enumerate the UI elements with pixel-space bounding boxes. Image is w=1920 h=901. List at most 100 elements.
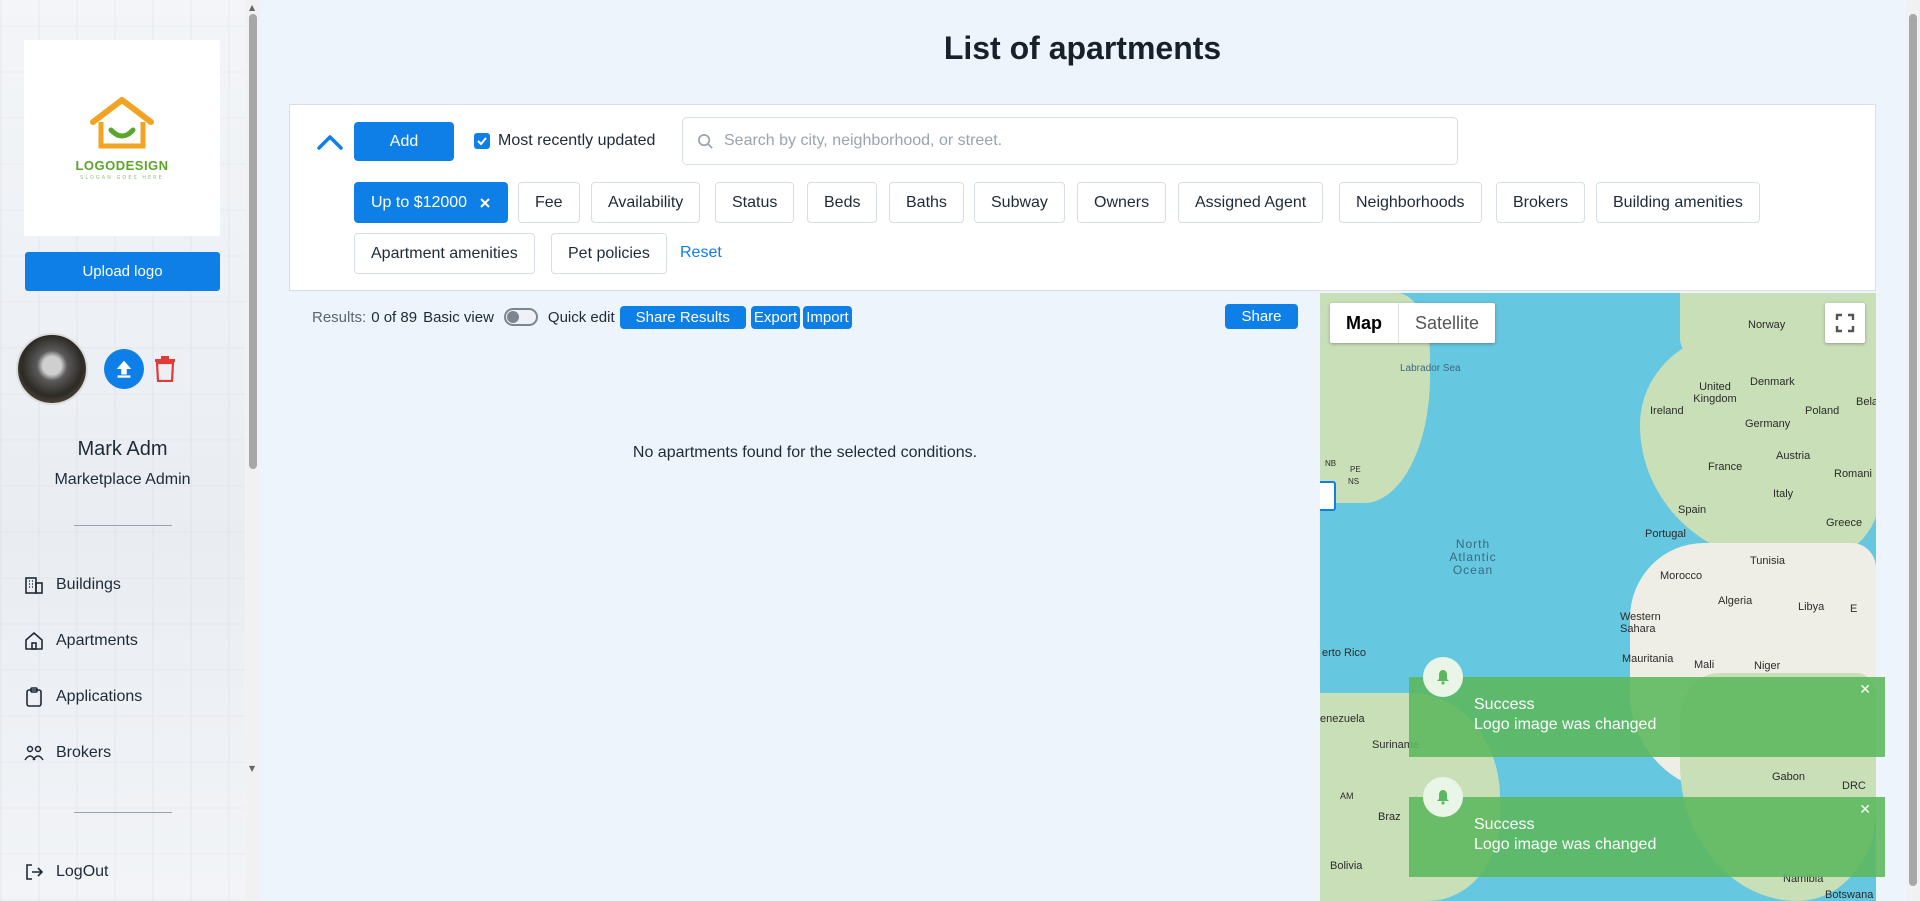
map-label: Libya (1798, 601, 1825, 613)
nav-label: Buildings (56, 576, 121, 593)
buildings-icon (25, 577, 43, 594)
logout-button[interactable]: LogOut (24, 858, 108, 886)
share-results-button[interactable]: Share Results (619, 305, 746, 329)
add-button[interactable]: Add (354, 122, 454, 161)
chip-apartment-amenities[interactable]: Apartment amenities (354, 233, 535, 274)
map-type-map-button[interactable]: Map (1330, 303, 1398, 343)
scrollbar-thumb[interactable] (1909, 14, 1917, 886)
map-label: Mauritania (1622, 653, 1674, 665)
close-icon[interactable]: ✕ (1859, 801, 1871, 818)
upload-logo-button[interactable]: Upload logo (25, 252, 220, 291)
map-label: Morocco (1660, 570, 1703, 582)
view-toggle[interactable] (503, 308, 538, 326)
logo-text: LOGODESIGN (75, 157, 169, 173)
checkbox-label: Most recently updated (498, 132, 656, 149)
house-logo-icon (90, 96, 154, 148)
page-title: List of apartments (943, 30, 1222, 66)
map-label: E (1850, 603, 1858, 615)
map-label: NB (1325, 459, 1337, 468)
logout-label: LogOut (56, 863, 109, 880)
map-label: Denmark (1750, 376, 1795, 388)
share-button[interactable]: Share (1225, 304, 1298, 329)
map-label: United Kingdom (1693, 381, 1737, 405)
chip-neighborhoods[interactable]: Neighborhoods (1339, 182, 1482, 223)
search-input[interactable] (724, 132, 1424, 150)
scroll-up-arrow[interactable]: ▲ (249, 3, 255, 12)
map-type-satellite-button[interactable]: Satellite (1398, 303, 1495, 343)
map-label: Western Sahara (1620, 611, 1661, 635)
chip-label: Up to $12000 (371, 193, 468, 211)
fullscreen-icon (1835, 313, 1855, 333)
page-scrollbar[interactable] (1906, 0, 1920, 901)
map-label: NS (1348, 477, 1360, 486)
empty-results-message: No apartments found for the selected con… (632, 444, 978, 461)
chip-price[interactable]: Up to $12000 (354, 182, 509, 223)
chip-fee[interactable]: Fee (518, 182, 580, 223)
map-label: Labrador Sea (1400, 363, 1461, 374)
most-recent-checkbox[interactable]: Most recently updated (474, 132, 655, 150)
chip-building-amenities[interactable]: Building amenities (1596, 182, 1760, 223)
filter-panel: Add Most recently updated Up to $12000 F… (289, 104, 1876, 291)
map-label: Algeria (1718, 595, 1753, 607)
chip-subway[interactable]: Subway (974, 182, 1065, 223)
import-button[interactable]: Import (803, 305, 852, 329)
chip-assigned-agent[interactable]: Assigned Agent (1178, 182, 1324, 223)
divider (74, 525, 172, 526)
chip-beds[interactable]: Beds (807, 182, 878, 223)
map-label: Italy (1773, 488, 1794, 500)
scrollbar-thumb[interactable] (249, 14, 257, 469)
chip-owners[interactable]: Owners (1077, 182, 1167, 223)
upload-avatar-button[interactable] (104, 349, 144, 389)
nav-item-buildings[interactable]: Buildings (24, 571, 121, 599)
people-icon (24, 745, 44, 761)
nav-item-brokers[interactable]: Brokers (24, 739, 111, 767)
reset-link[interactable]: Reset (680, 244, 722, 262)
chip-pet-policies[interactable]: Pet policies (551, 233, 667, 274)
logo-slogan: SLOGAN GOES HERE (80, 174, 164, 181)
fullscreen-button[interactable] (1825, 303, 1865, 343)
user-name: Mark Adm (77, 438, 168, 460)
collapse-filters-button[interactable] (316, 131, 344, 153)
map-label: Norway (1748, 319, 1786, 331)
clipboard-icon (26, 687, 42, 707)
nav-item-applications[interactable]: Applications (24, 683, 142, 711)
map-label: Gabon (1772, 771, 1806, 783)
chip-status[interactable]: Status (715, 182, 795, 223)
export-button[interactable]: Export (750, 305, 801, 329)
map-label: enezuela (1320, 713, 1365, 725)
nav-item-apartments[interactable]: Apartments (24, 627, 138, 655)
delete-avatar-button[interactable] (152, 353, 178, 385)
search-box[interactable] (682, 117, 1458, 165)
avatar (16, 333, 88, 405)
chip-availability[interactable]: Availability (591, 182, 701, 223)
toast-bell (1423, 777, 1463, 817)
map-label: Greece (1826, 517, 1863, 529)
sidebar-scrollbar[interactable]: ▲ ▼ (246, 0, 260, 901)
toast-notification: Success Logo image was changed ✕ (1409, 797, 1885, 877)
map-label: France (1708, 461, 1743, 473)
map-label: Tunisia (1750, 555, 1786, 567)
chip-baths[interactable]: Baths (889, 182, 964, 223)
map-marker[interactable] (1320, 481, 1336, 511)
scroll-down-arrow[interactable]: ▼ (249, 764, 255, 773)
toast-bell (1423, 657, 1463, 697)
close-icon[interactable]: ✕ (1859, 681, 1871, 698)
toast-notification: Success Logo image was changed ✕ (1409, 677, 1885, 757)
map-label: Niger (1754, 660, 1781, 672)
company-logo: LOGODESIGN SLOGAN GOES HERE (24, 40, 220, 236)
divider (74, 812, 172, 813)
map-label: DRC (1842, 780, 1866, 792)
trash-icon (155, 356, 175, 382)
map-label: Spain (1678, 504, 1707, 516)
map-label: North Atlantic Ocean (1449, 537, 1497, 577)
close-icon[interactable] (479, 197, 491, 209)
chip-brokers[interactable]: Brokers (1496, 182, 1586, 223)
map-type-control: Map Satellite (1330, 303, 1496, 343)
map-label: Austria (1776, 450, 1811, 462)
map-label: Portugal (1645, 528, 1686, 540)
checkbox[interactable] (474, 133, 490, 149)
map-label: Poland (1805, 405, 1840, 417)
chevron-up-icon (317, 135, 343, 150)
nav-label: Apartments (56, 632, 138, 649)
nav-label: Applications (56, 688, 143, 705)
